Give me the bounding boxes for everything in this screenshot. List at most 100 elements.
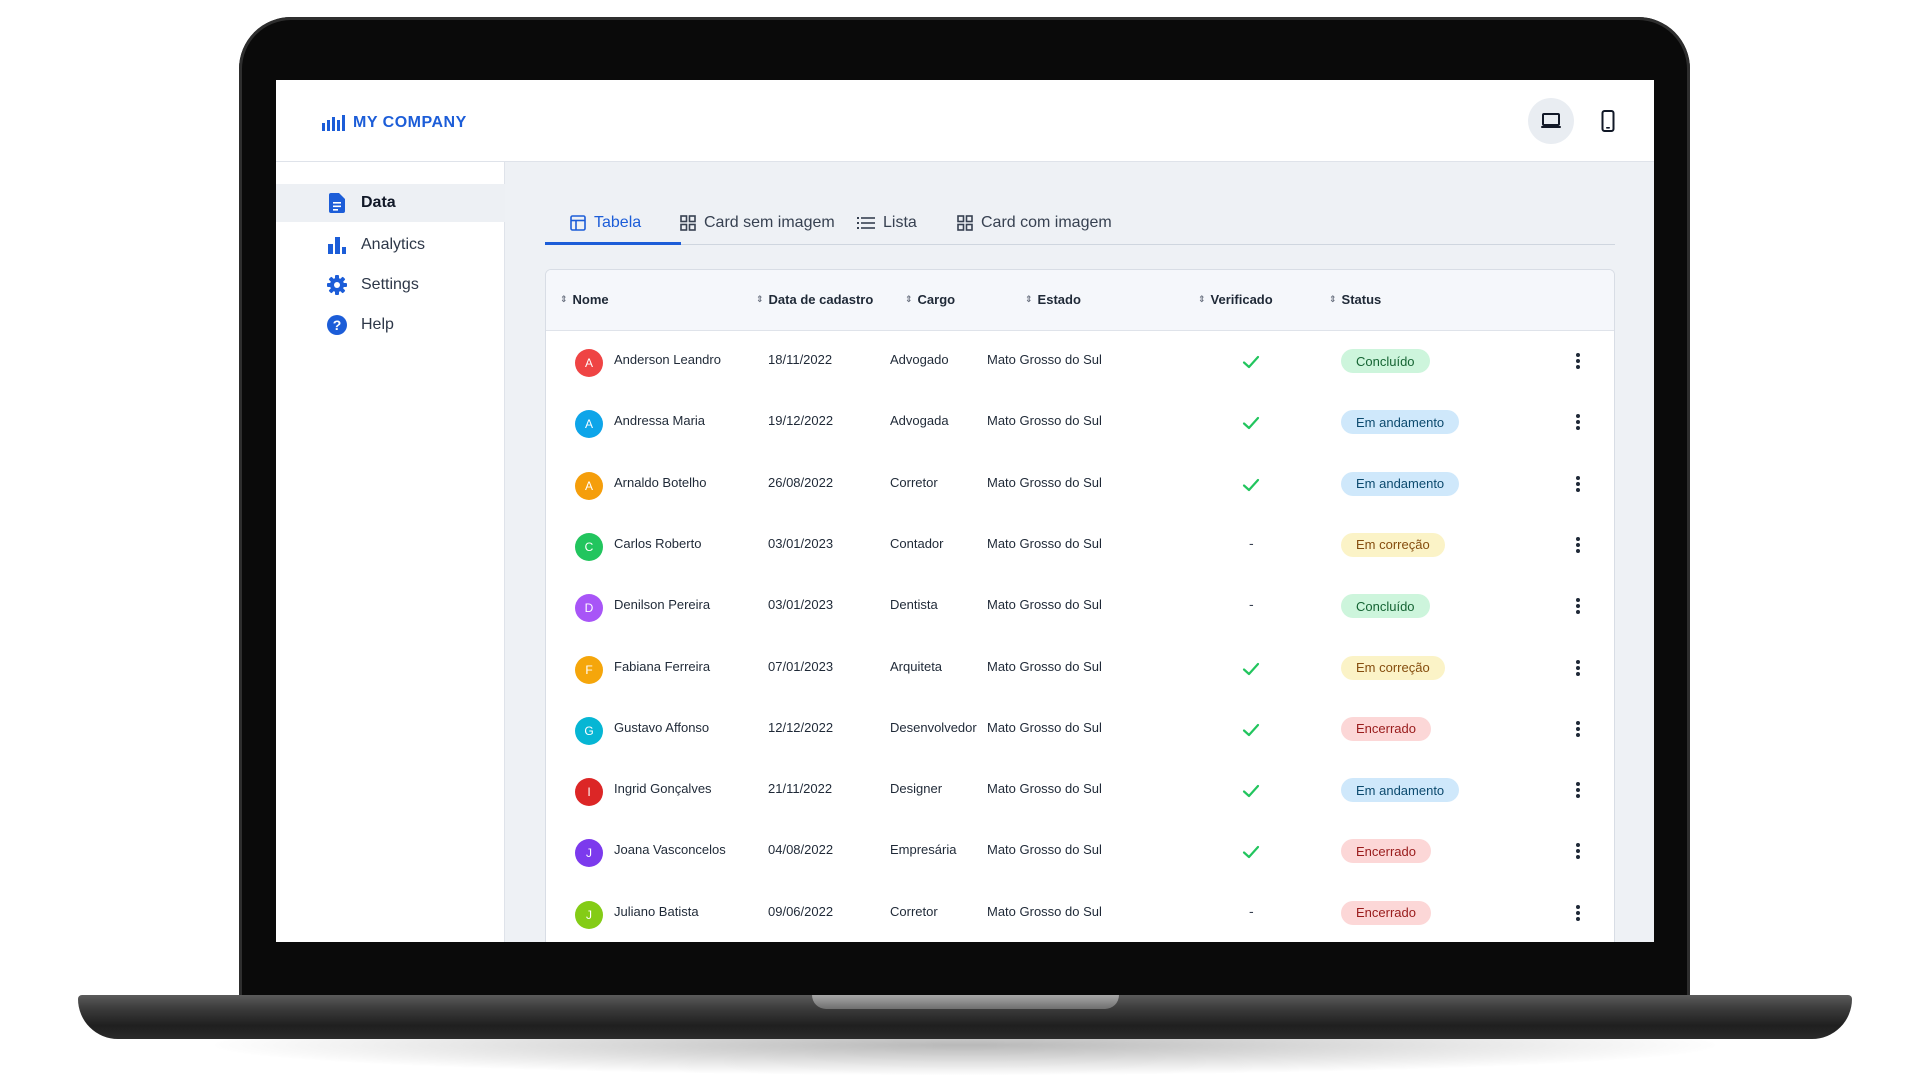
sidebar: Data Analytics Settings ? Help — [276, 162, 505, 942]
check-icon — [1242, 662, 1260, 675]
avatar: J — [575, 839, 603, 868]
avatar: G — [575, 716, 603, 745]
table-row[interactable]: A Anderson Leandro 18/11/2022 Advogado Mato … — [546, 331, 1614, 392]
column-header-cargo[interactable]: ⇕ Cargo — [905, 292, 955, 307]
more-options-icon[interactable] — [1576, 598, 1580, 615]
more-options-icon[interactable] — [1576, 536, 1580, 553]
sidebar-item-analytics[interactable]: Analytics — [276, 226, 505, 264]
column-header-verificado[interactable]: ⇕ Verificado — [1198, 292, 1273, 307]
more-options-icon[interactable] — [1576, 414, 1580, 431]
avatar: A — [575, 410, 603, 439]
sidebar-item-label: Help — [361, 316, 394, 333]
status-badge: Concluído — [1341, 349, 1430, 373]
column-header-status[interactable]: ⇕ Status — [1329, 292, 1381, 307]
more-options-icon[interactable] — [1576, 353, 1580, 369]
more-options-icon[interactable] — [1576, 843, 1580, 860]
more-options-icon[interactable] — [1576, 782, 1580, 799]
active-tab-indicator — [545, 242, 681, 245]
status-badge: Em andamento — [1341, 410, 1460, 435]
table-row[interactable]: J Juliano Batista 09/06/2022 Corretor Mato G… — [546, 883, 1614, 942]
state-cell: Mato Grosso do Sul — [987, 413, 1102, 429]
sidebar-item-data[interactable]: Data — [276, 184, 505, 222]
check-icon — [1242, 417, 1260, 430]
tab-lista[interactable]: Lista — [857, 200, 917, 245]
tab-card-com-imagem[interactable]: Card com imagem — [957, 200, 1112, 245]
more-options-icon[interactable] — [1576, 659, 1580, 676]
state-cell: Mato Grosso do Sul — [987, 719, 1102, 735]
table-icon — [570, 214, 586, 231]
state-cell: Mato Grosso do Sul — [987, 842, 1102, 858]
table-row[interactable]: F Fabiana Ferreira 07/01/2023 Arquiteta Mato… — [546, 638, 1614, 699]
table-header: ⇕ Nome ⇕ Data de cadastro ⇕ Cargo ⇕ Estado ⇕… — [546, 270, 1614, 331]
column-header-estado[interactable]: ⇕ Estado — [1025, 292, 1081, 307]
more-options-icon[interactable] — [1576, 904, 1580, 921]
table-row[interactable]: J Joana Vasconcelos 04/08/2022 Empresária Ma… — [546, 821, 1614, 882]
bar-chart-icon — [327, 235, 347, 255]
name-cell: Denilson Pereira — [614, 597, 711, 613]
desktop-view-button[interactable] — [1528, 98, 1574, 144]
avatar: F — [575, 655, 603, 684]
column-header-data[interactable]: ⇕ Data de cadastro — [756, 292, 873, 307]
app-screen: MY COMPANY Data Analytics Settings ? Hel… — [276, 80, 1654, 942]
table-row[interactable]: D Denilson Pereira 03/01/2023 Dentista Mato … — [546, 576, 1614, 637]
role-cell: Arquiteta — [890, 658, 943, 674]
date-cell: 19/12/2022 — [768, 413, 834, 429]
table-row[interactable]: A Andressa Maria 19/12/2022 Advogada Mato Gr… — [546, 392, 1614, 453]
tab-tabela[interactable]: Tabela — [570, 200, 641, 245]
date-cell: 04/08/2022 — [768, 842, 834, 858]
sidebar-item-help[interactable]: ? Help — [276, 306, 505, 344]
sidebar-item-label: Analytics — [361, 236, 426, 253]
company-logo[interactable]: MY COMPANY — [322, 114, 467, 132]
table-row[interactable]: A Arnaldo Botelho 26/08/2022 Corretor Mato G… — [546, 454, 1614, 515]
name-cell: Ingrid Gonçalves — [614, 781, 712, 797]
sidebar-item-label: Data — [361, 194, 396, 211]
laptop-icon — [1541, 113, 1561, 128]
status-badge: Encerrado — [1341, 716, 1431, 741]
role-cell: Desenvolvedor — [890, 719, 977, 735]
name-cell: Gustavo Affonso — [614, 719, 710, 735]
gear-icon — [327, 275, 347, 295]
grid-icon — [680, 214, 696, 231]
role-cell: Designer — [890, 781, 943, 797]
more-options-icon[interactable] — [1576, 720, 1580, 737]
name-cell: Anderson Leandro — [614, 352, 721, 367]
check-icon — [1242, 723, 1260, 736]
avatar: C — [575, 532, 603, 561]
sort-icon: ⇕ — [1198, 294, 1206, 304]
tab-card-sem-imagem[interactable]: Card sem imagem — [680, 200, 835, 245]
state-cell: Mato Grosso do Sul — [987, 903, 1102, 919]
sort-icon: ⇕ — [1329, 294, 1337, 304]
table-row[interactable]: C Carlos Roberto 03/01/2023 Contador Mato Gr… — [546, 515, 1614, 576]
not-verified-mark: - — [1249, 596, 1254, 613]
mobile-view-button[interactable] — [1585, 98, 1631, 144]
avatar: A — [575, 349, 603, 377]
table-row[interactable]: I Ingrid Gonçalves 21/11/2022 Designer Mato … — [546, 760, 1614, 821]
status-badge: Em correção — [1341, 655, 1445, 680]
avatar: A — [575, 471, 603, 500]
state-cell: Mato Grosso do Sul — [987, 658, 1102, 674]
date-cell: 26/08/2022 — [768, 474, 834, 490]
date-cell: 09/06/2022 — [768, 903, 834, 919]
state-cell: Mato Grosso do Sul — [987, 352, 1102, 367]
date-cell: 07/01/2023 — [768, 658, 834, 674]
role-cell: Dentista — [890, 597, 938, 613]
name-cell: Joana Vasconcelos — [614, 842, 726, 858]
sort-icon: ⇕ — [756, 294, 764, 304]
column-header-nome[interactable]: ⇕ Nome — [560, 292, 609, 307]
sidebar-item-settings[interactable]: Settings — [276, 266, 505, 304]
status-badge: Encerrado — [1341, 900, 1431, 925]
sort-icon: ⇕ — [1025, 294, 1033, 304]
tab-label: Tabela — [594, 213, 642, 231]
status-badge: Concluído — [1341, 594, 1430, 619]
name-cell: Juliano Batista — [614, 903, 699, 919]
table-row[interactable]: G Gustavo Affonso 12/12/2022 Desenvolvedor M… — [546, 699, 1614, 760]
data-table: ⇕ Nome ⇕ Data de cadastro ⇕ Cargo ⇕ Estado ⇕… — [545, 269, 1615, 942]
state-cell: Mato Grosso do Sul — [987, 535, 1102, 551]
sort-icon: ⇕ — [560, 294, 568, 304]
role-cell: Corretor — [890, 903, 938, 919]
not-verified-mark: - — [1249, 902, 1254, 919]
not-verified-mark: - — [1249, 534, 1254, 551]
more-options-icon[interactable] — [1576, 475, 1580, 492]
state-cell: Mato Grosso do Sul — [987, 597, 1102, 613]
name-cell: Andressa Maria — [614, 413, 706, 429]
